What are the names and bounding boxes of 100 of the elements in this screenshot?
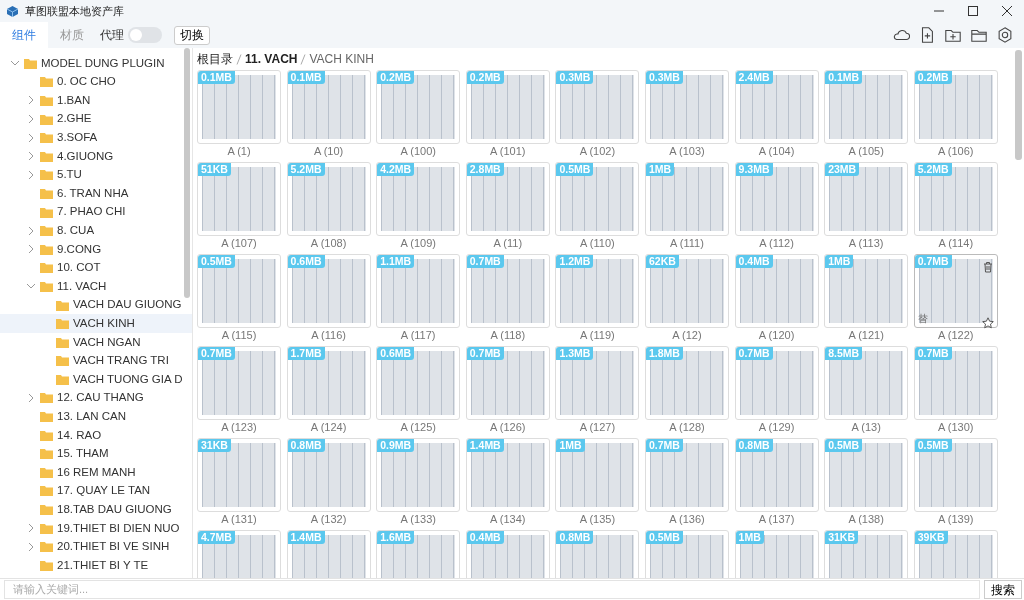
tree-item[interactable]: VACH DAU GIUONG — [0, 295, 192, 315]
asset-tile[interactable]: 1.7MB — [286, 346, 371, 420]
asset-tile[interactable]: 2.8MB — [465, 162, 550, 236]
asset-tile[interactable]: 0.4MB — [734, 254, 819, 328]
asset-tile[interactable]: 1.6MB — [376, 530, 461, 578]
asset-tile[interactable]: 0.6MB — [376, 346, 461, 420]
asset-tile[interactable]: 0.7MB — [913, 346, 998, 420]
asset-tile[interactable]: 0.7MB — [734, 346, 819, 420]
asset-tile[interactable]: 5.2MB — [286, 162, 371, 236]
tree-item[interactable]: 1.BAN — [0, 91, 192, 110]
tree-item[interactable]: VACH NGAN — [0, 332, 192, 352]
tree-item[interactable]: VACH TRANG TRI — [0, 351, 192, 371]
asset-tile[interactable]: 23MB — [824, 162, 909, 236]
asset-tile[interactable]: 2.4MB — [734, 70, 819, 144]
asset-tile[interactable]: 4.7MB — [197, 530, 281, 578]
tree-item[interactable]: 14. RAO — [0, 425, 192, 445]
breadcrumb-link[interactable]: 根目录 — [197, 50, 233, 68]
asset-tile[interactable]: 5.2MB — [913, 162, 998, 236]
asset-tile[interactable]: 1MB — [734, 530, 819, 578]
asset-tile[interactable]: 0.1MB — [286, 70, 371, 144]
asset-tile[interactable]: 0.3MB — [555, 70, 640, 144]
tree-item[interactable]: 13. LAN CAN — [0, 407, 192, 426]
asset-tile[interactable]: 0.5MB — [555, 162, 640, 236]
tree-item[interactable]: 5.TU — [0, 165, 192, 185]
replace-button[interactable]: 替 — [917, 313, 928, 325]
asset-tile[interactable]: 9.3MB — [734, 162, 819, 236]
asset-tile[interactable]: 0.5MB — [197, 254, 281, 328]
chevron-icon[interactable] — [26, 151, 36, 162]
scrollbar[interactable] — [184, 48, 190, 298]
tree-item[interactable]: 21.THIET BI Y TE — [0, 556, 192, 575]
asset-tile[interactable]: 1MB — [555, 438, 640, 512]
chevron-icon[interactable] — [26, 169, 36, 180]
asset-tile[interactable]: 8.5MB — [824, 346, 909, 420]
asset-tile[interactable]: 1MB — [644, 162, 729, 236]
search-button[interactable]: 搜索 — [984, 580, 1022, 599]
asset-tile[interactable]: 0.8MB — [555, 530, 640, 578]
asset-tile[interactable]: 31KB — [197, 438, 281, 512]
tab[interactable]: 材质 — [48, 22, 96, 48]
asset-tile[interactable]: 1MB — [824, 254, 909, 328]
tree-item[interactable]: 10. COT — [0, 258, 192, 278]
asset-tile[interactable]: 0.1MB — [197, 70, 281, 144]
asset-tile[interactable]: 4.2MB — [376, 162, 461, 236]
tree-item[interactable]: 9.CONG — [0, 239, 192, 259]
asset-tile[interactable]: 0.7MB — [644, 438, 729, 512]
asset-tile[interactable]: 0.1MB — [824, 70, 909, 144]
asset-tile[interactable]: 0.5MB — [644, 530, 729, 578]
asset-tile[interactable]: 0.6MB — [286, 254, 371, 328]
breadcrumb-link[interactable]: VACH KINH — [309, 50, 374, 68]
asset-tile[interactable]: 62KB — [644, 254, 729, 328]
tree-item[interactable]: 11. VACH — [0, 277, 192, 296]
chevron-icon[interactable] — [26, 114, 36, 125]
tree-item[interactable]: MODEL DUNG PLUGIN — [0, 54, 192, 73]
asset-tile[interactable]: 51KB — [197, 162, 281, 236]
scrollbar[interactable] — [1015, 50, 1022, 160]
tree-item[interactable]: 7. PHAO CHI — [0, 202, 192, 222]
chevron-icon[interactable] — [26, 225, 36, 236]
chevron-icon[interactable] — [26, 244, 36, 255]
tree-item[interactable]: VACH TUONG GIA D — [0, 370, 192, 389]
chevron-icon[interactable] — [26, 541, 36, 552]
chevron-icon[interactable] — [26, 132, 36, 143]
asset-tile[interactable]: 0.3MB — [644, 70, 729, 144]
tree-item[interactable]: 6. TRAN NHA — [0, 184, 192, 203]
asset-tile[interactable]: 0.2MB — [913, 70, 998, 144]
chevron-icon[interactable] — [26, 393, 36, 403]
asset-tile[interactable]: 1.1MB — [376, 254, 461, 328]
asset-tile[interactable]: 1.4MB — [465, 438, 550, 512]
asset-tile[interactable]: 0.5MB — [824, 438, 909, 512]
tree-item[interactable]: 17. QUAY LE TAN — [0, 481, 192, 501]
asset-tile[interactable]: 0.9MB — [376, 438, 461, 512]
asset-tile[interactable]: 0.2MB — [465, 70, 550, 144]
tree-item[interactable]: 19.THIET BI DIEN NUO — [0, 518, 192, 538]
tree-item[interactable]: 3.SOFA — [0, 128, 192, 147]
tree-item[interactable]: 2.GHE — [0, 109, 192, 129]
proxy-toggle[interactable] — [128, 27, 162, 43]
asset-tile[interactable]: 0.8MB — [286, 438, 371, 512]
tree-item[interactable]: 15. THAM — [0, 444, 192, 464]
tree-item[interactable]: 16 REM MANH — [0, 463, 192, 482]
tree-item[interactable]: 20.THIET BI VE SINH — [0, 537, 192, 557]
tab[interactable]: 组件 — [0, 22, 48, 48]
chevron-icon[interactable] — [26, 523, 36, 534]
asset-tile[interactable]: 0.8MB — [734, 438, 819, 512]
asset-tile[interactable]: 0.2MB — [376, 70, 461, 144]
asset-tile[interactable]: 0.7MB — [465, 254, 550, 328]
asset-tile[interactable]: 1.8MB — [644, 346, 729, 420]
asset-tile[interactable]: 0.5MB — [913, 438, 998, 512]
asset-tile[interactable]: 0.7MB — [197, 346, 281, 420]
tree-item[interactable]: 8. CUA — [0, 221, 192, 240]
breadcrumb-link[interactable]: 11. VACH — [245, 50, 298, 68]
asset-tile[interactable]: 1.2MB — [555, 254, 640, 328]
chevron-icon[interactable] — [26, 95, 36, 106]
tree-item[interactable]: 0. OC CHO — [0, 72, 192, 92]
asset-tile[interactable]: 39KB — [913, 530, 998, 578]
tree-item[interactable]: VACH KINH — [0, 314, 192, 333]
asset-tile[interactable]: 0.7MB — [465, 346, 550, 420]
search-field[interactable]: 请输入关键词... — [4, 580, 980, 599]
tree-item[interactable]: 4.GIUONG — [0, 146, 192, 166]
asset-tile[interactable]: 31KB — [824, 530, 909, 578]
switch-button[interactable]: 切换 — [174, 25, 210, 45]
asset-tile[interactable]: 0.4MB — [465, 530, 550, 578]
asset-tile[interactable]: 1.4MB — [286, 530, 371, 578]
